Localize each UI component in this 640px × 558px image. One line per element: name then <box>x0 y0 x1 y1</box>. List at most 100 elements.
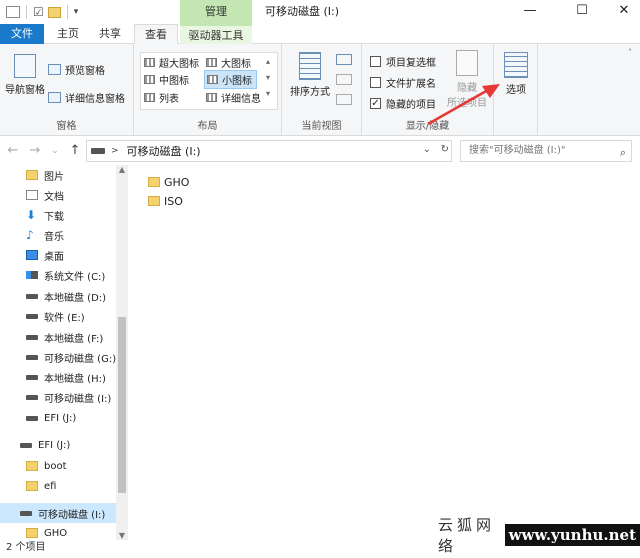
checkbox-checked-icon: ✓ <box>370 98 381 109</box>
breadcrumb-chevron-icon[interactable]: > <box>111 146 119 156</box>
hidden-items-toggle[interactable]: ✓ 隐藏的项目 <box>370 96 436 111</box>
sidebar-item-gho[interactable]: GHO <box>0 523 116 540</box>
medium-icons-icon <box>144 75 155 84</box>
list-item[interactable]: ISO <box>148 192 183 210</box>
title-bar: ☑ ▾ 管理 可移动磁盘 (I:) — ☐ ✕ <box>0 0 640 24</box>
layout-details[interactable]: 详细信息 <box>206 90 261 105</box>
sidebar-item-label: 软件 (E:) <box>44 312 85 324</box>
sidebar-item-drive-j[interactable]: EFI (J:) <box>0 408 116 428</box>
sidebar-item-label: 可移动磁盘 (I:) <box>38 509 106 521</box>
breadcrumb[interactable]: 可移动磁盘 (I:) <box>127 143 201 159</box>
layout-gallery-scroll[interactable]: ▴ ▾ ▾ <box>266 54 270 102</box>
search-input[interactable]: 搜索"可移动磁盘 (I:)" ⌕ <box>460 140 632 162</box>
navigation-pane-icon <box>14 54 36 78</box>
address-dropdown-icon[interactable]: ⌄ <box>423 144 431 155</box>
sidebar-item-downloads[interactable]: ⬇ 下载 <box>0 205 116 225</box>
drive-icon <box>26 293 38 299</box>
scroll-up-icon[interactable]: ▲ <box>116 165 128 174</box>
add-columns-icon[interactable] <box>336 74 352 85</box>
hide-selected-icon <box>456 50 478 76</box>
layout-list[interactable]: 列表 <box>144 90 179 105</box>
sidebar-item-label: 本地磁盘 (D:) <box>44 292 107 304</box>
layout-extra-large-icons[interactable]: 超大图标 <box>144 55 199 70</box>
navigation-pane: 图片 文档 ⬇ 下载 ♪ 音乐 桌面 系统文件 (C:) 本地磁盘 (D:) 软件 … <box>0 165 128 540</box>
window-title: 可移动磁盘 (I:) <box>265 5 340 18</box>
collapse-ribbon-icon[interactable]: ˄ <box>628 48 632 57</box>
sidebar-item-efi[interactable]: efi <box>0 476 116 496</box>
scrollbar-thumb[interactable] <box>118 317 126 493</box>
refresh-icon[interactable]: ↻ <box>441 144 449 155</box>
sidebar-item-drive-c[interactable]: 系统文件 (C:) <box>0 265 116 285</box>
back-button[interactable]: ← <box>4 141 22 161</box>
search-icon[interactable]: ⌕ <box>620 143 626 163</box>
checkbox-label: 文件扩展名 <box>386 79 436 90</box>
options-icon <box>504 52 528 78</box>
sidebar-item-label: 可移动磁盘 (G:) <box>44 353 117 365</box>
tab-view[interactable]: 查看 <box>134 24 178 44</box>
sidebar-item-drive-f[interactable]: 本地磁盘 (F:) <box>0 327 116 347</box>
layout-large-icons[interactable]: 大图标 <box>206 55 251 70</box>
sidebar-item-drive-i[interactable]: 可移动磁盘 (I:) <box>0 387 116 407</box>
recent-locations-button[interactable]: ⌄ <box>46 141 64 161</box>
sidebar-item-label: EFI (J:) <box>44 412 77 424</box>
sidebar-item-documents[interactable]: 文档 <box>0 185 116 205</box>
close-button[interactable]: ✕ <box>608 0 640 24</box>
sidebar-item-label: 图片 <box>44 171 64 183</box>
options-button[interactable]: 选项 <box>498 52 534 96</box>
sidebar-item-pictures[interactable]: 图片 <box>0 165 116 185</box>
navigation-pane-button[interactable]: 导航窗格 <box>4 54 46 96</box>
sidebar-item-drive-h[interactable]: 本地磁盘 (H:) <box>0 367 116 387</box>
file-extensions-toggle[interactable]: 文件扩展名 <box>370 75 436 90</box>
sidebar-scrollbar[interactable]: ▲ ▼ <box>116 165 128 540</box>
layout-medium-icons[interactable]: 中图标 <box>144 72 189 87</box>
scroll-down-icon[interactable]: ▼ <box>116 531 128 540</box>
new-folder-icon[interactable] <box>47 6 61 18</box>
layout-small-icons[interactable]: 小图标 <box>204 70 257 89</box>
list-item[interactable]: GHO <box>148 173 189 191</box>
sidebar-item-music[interactable]: ♪ 音乐 <box>0 225 116 245</box>
customize-toolbar-icon[interactable]: ▾ <box>74 7 79 17</box>
preview-pane-button[interactable]: 预览窗格 <box>48 62 105 77</box>
drive-icon <box>91 148 105 154</box>
layout-label: 列表 <box>159 94 179 105</box>
watermark-text: 云狐网络 <box>438 516 496 555</box>
sidebar-item-label: GHO <box>44 527 68 539</box>
details-pane-button[interactable]: 详细信息窗格 <box>48 90 125 105</box>
divider <box>26 5 27 19</box>
checkbox-label: 隐藏的项目 <box>386 100 436 111</box>
tab-home[interactable]: 主页 <box>48 24 88 44</box>
show-hide-group-label: 显示/隐藏 <box>405 121 450 132</box>
tab-manage[interactable]: 管理 <box>180 0 252 24</box>
forward-button[interactable]: → <box>26 141 44 161</box>
sidebar-item-efi-root[interactable]: EFI (J:) <box>0 435 116 455</box>
sidebar-item-removable-root[interactable]: 可移动磁盘 (I:) <box>0 503 116 523</box>
up-button[interactable]: ↑ <box>66 141 84 161</box>
item-count: 2 个项目 <box>6 542 46 553</box>
explorer-window-icon <box>6 6 20 18</box>
tab-share[interactable]: 共享 <box>90 24 130 44</box>
hide-selected-items-button[interactable]: 隐藏 所选项目 <box>444 50 490 109</box>
item-checkboxes-toggle[interactable]: 项目复选框 <box>370 54 436 69</box>
sort-by-button[interactable]: 排序方式 <box>288 52 332 98</box>
folder-icon <box>26 461 38 471</box>
sidebar-item-drive-d[interactable]: 本地磁盘 (D:) <box>0 286 116 306</box>
panes-group: 导航窗格 预览窗格 详细信息窗格 窗格 <box>0 44 134 136</box>
current-view-group-label: 当前视图 <box>301 121 342 132</box>
options-group: 选项 <box>494 44 538 136</box>
size-columns-icon[interactable] <box>336 94 352 105</box>
sidebar-item-drive-e[interactable]: 软件 (E:) <box>0 306 116 326</box>
layout-label: 详细信息 <box>221 94 261 105</box>
group-by-icon[interactable] <box>336 54 352 65</box>
layout-label: 大图标 <box>221 59 251 70</box>
layout-group: 超大图标 大图标 中图标 小图标 列表 详细信息 ▴ ▾ ▾ 布局 <box>134 44 282 136</box>
hide-label-line1: 隐藏 <box>457 83 477 94</box>
tab-file[interactable]: 文件 <box>0 24 44 44</box>
minimize-button[interactable]: — <box>514 0 546 24</box>
maximize-button[interactable]: ☐ <box>566 0 598 24</box>
address-bar[interactable]: > 可移动磁盘 (I:) ⌄ ↻ <box>86 140 452 162</box>
sidebar-item-desktop[interactable]: 桌面 <box>0 245 116 265</box>
tab-drive-tools[interactable]: 驱动器工具 <box>180 24 252 44</box>
properties-icon[interactable]: ☑ <box>33 5 44 19</box>
sidebar-item-boot[interactable]: boot <box>0 456 116 476</box>
sidebar-item-drive-g[interactable]: 可移动磁盘 (G:) <box>0 347 116 367</box>
